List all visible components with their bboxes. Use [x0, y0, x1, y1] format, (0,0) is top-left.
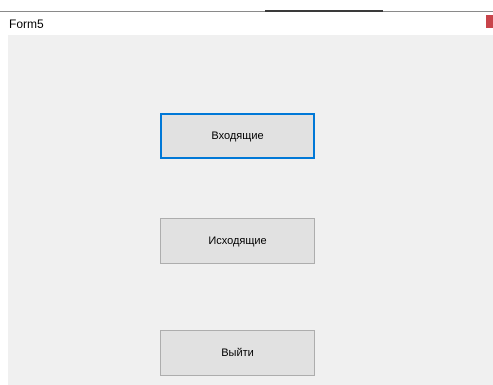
top-edge-line — [0, 11, 493, 12]
top-edge-dark-segment — [265, 10, 383, 12]
outgoing-button[interactable]: Исходящие — [160, 218, 315, 264]
exit-button[interactable]: Выйти — [160, 330, 315, 376]
window-title: Form5 — [9, 17, 44, 31]
title-bar-accent — [486, 15, 493, 28]
top-edge — [0, 0, 493, 14]
incoming-button[interactable]: Входящие — [160, 113, 315, 159]
title-bar[interactable]: Form5 — [0, 13, 493, 35]
